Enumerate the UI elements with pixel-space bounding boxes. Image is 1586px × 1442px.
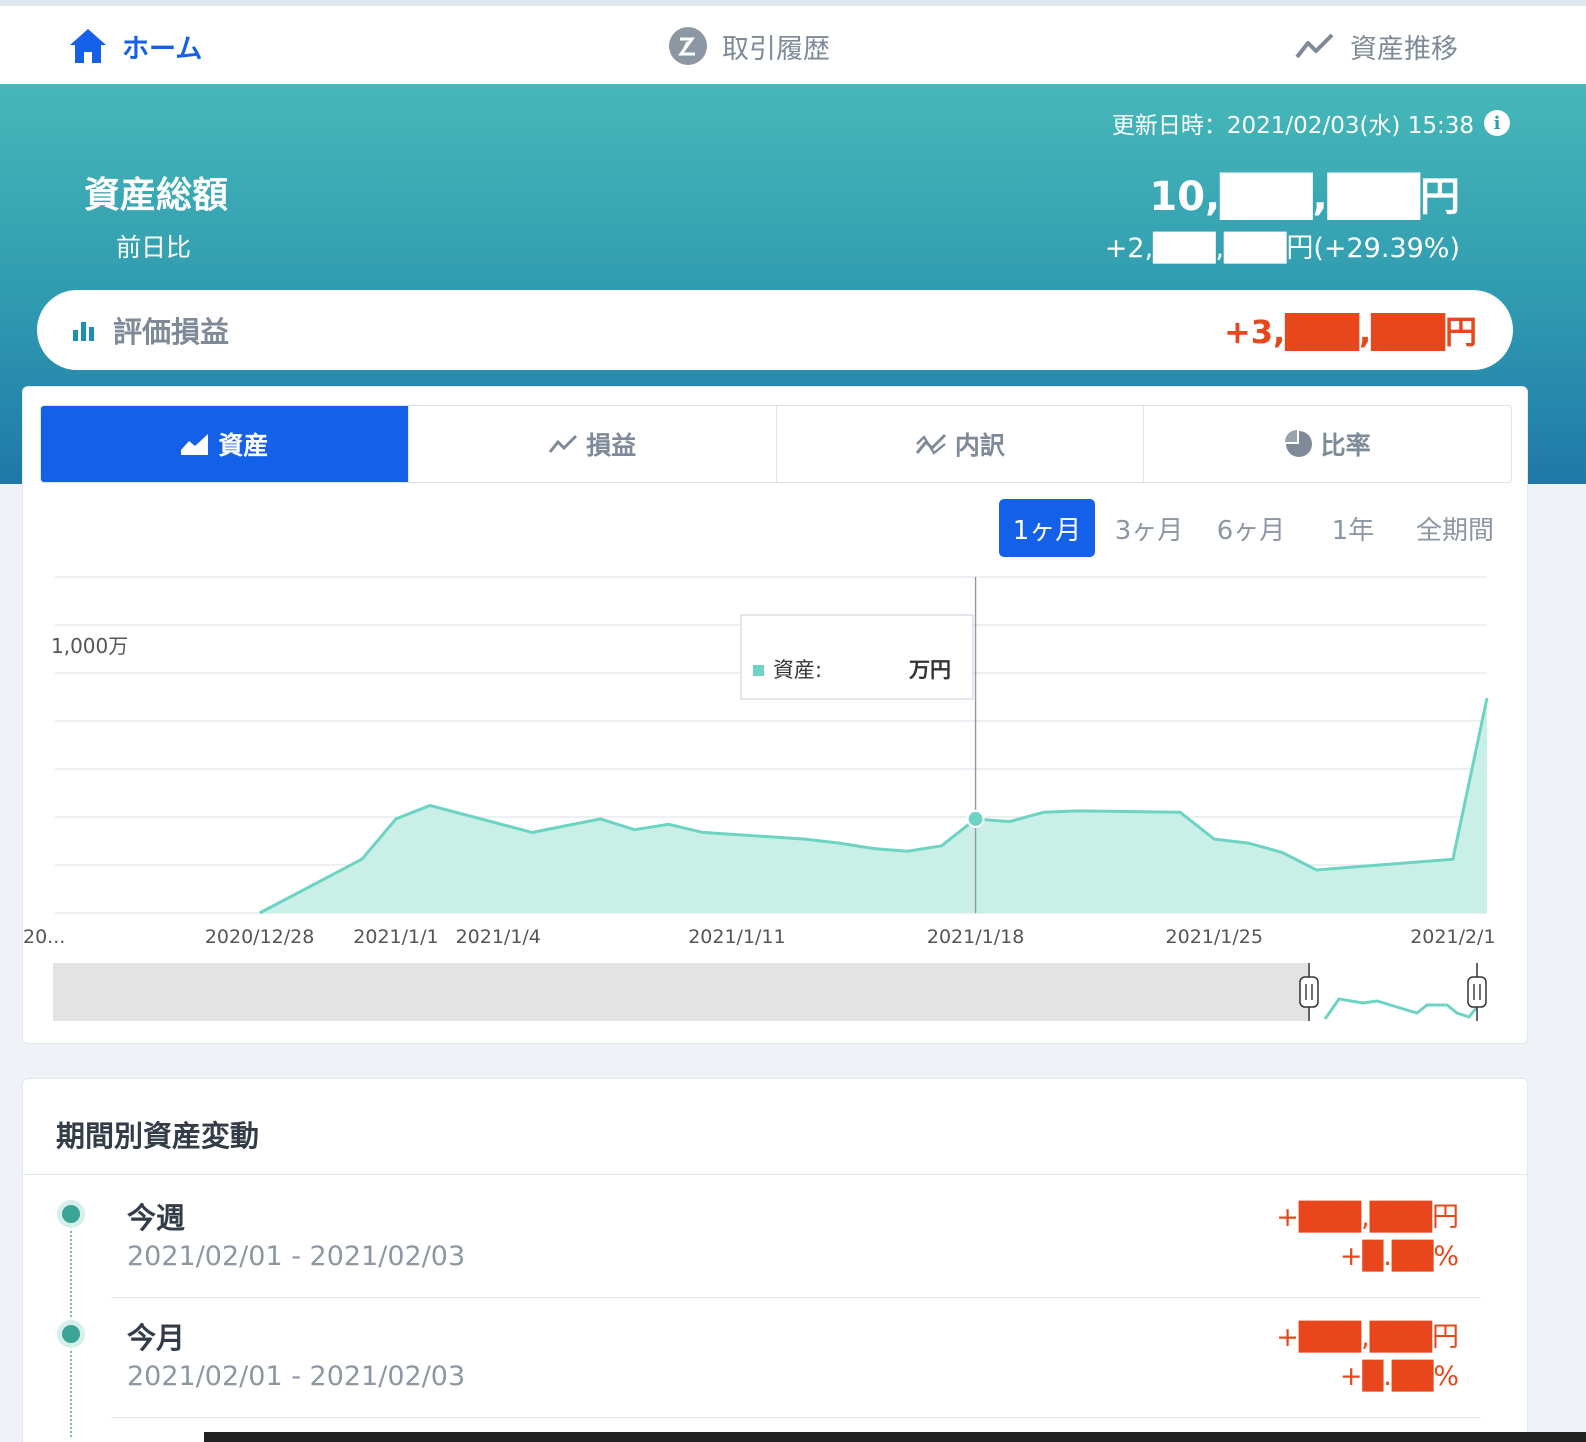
unrealized-pnl-row[interactable]: 評価損益 +3,███,███円 [37, 290, 1513, 370]
info-icon[interactable]: i [1484, 110, 1510, 136]
navigator-unselected-area [53, 963, 1309, 1021]
total-assets-label: 資産総額 [84, 175, 229, 216]
tooltip-label: 資産: [773, 658, 822, 682]
x-tick-label: 2021/1/18 [927, 926, 1024, 948]
prev-day-value: +2,███,███円(+29.39%) [1104, 233, 1460, 264]
timeline-line [70, 1351, 72, 1437]
row-divider [111, 1297, 1481, 1298]
timeline-dot [62, 1205, 80, 1223]
x-axis-ticks: 20... 2020/12/28 2021/1/1 2021/1/4 2021/1/11… [23, 926, 1496, 948]
period-date-range: 2021/02/01 - 2021/02/03 [127, 1241, 466, 1272]
x-tick-label: 20... [23, 926, 65, 948]
period-change-percent: +█.██% [1339, 1241, 1459, 1272]
x-tick-label: 2020/12/28 [205, 926, 315, 948]
updated-text: 更新日時：2021/02/03(水) 15:38 [1111, 113, 1474, 139]
home-icon [70, 29, 106, 63]
prev-day-label: 前日比 [116, 233, 192, 262]
nav-home[interactable]: ホーム [68, 26, 202, 66]
period-asset-change-title: 期間別資産変動 [56, 1119, 260, 1153]
navigator-left-handle[interactable] [1299, 976, 1319, 1008]
y-tick-label: 1,000万 [51, 634, 128, 658]
x-tick-label: 2021/1/11 [688, 926, 785, 948]
window-bottom-edge [204, 1432, 1586, 1442]
trend-icon [1295, 33, 1334, 59]
unrealized-pnl-value: +3,███,███円 [1223, 313, 1477, 351]
top-nav: ホーム 取引履歴 資産推移 [0, 0, 1586, 84]
x-tick-label: 2021/1/25 [1166, 926, 1263, 948]
period-row-this-week[interactable]: 今週 2021/02/01 - 2021/02/03 +███,███円 +█.… [23, 1179, 1527, 1317]
updated-timestamp: 更新日時：2021/02/03(水) 15:38 i [1112, 106, 1510, 140]
nav-history[interactable]: 取引履歴 [668, 26, 830, 66]
nav-trend-label: 資産推移 [1350, 33, 1458, 65]
nav-trend[interactable]: 資産推移 [1294, 26, 1458, 66]
navigator-mini-line [1323, 997, 1479, 1020]
period-asset-change-card: 期間別資産変動 今週 2021/02/01 - 2021/02/03 +███,… [22, 1078, 1528, 1442]
card-divider [23, 1174, 1527, 1175]
period-change-value: +███,███円 [1276, 1322, 1459, 1353]
bar-chart-icon [73, 322, 94, 341]
asset-chart-card: 資産 損益 内訳 比率 1ヶ月 3ヶ月 6ヶ月 1年 全期間 1,000万 資産… [22, 386, 1528, 1044]
period-change-value: +███,███円 [1276, 1202, 1459, 1233]
total-assets-value: 10,███,███円 [1149, 174, 1460, 220]
period-date-range: 2021/02/01 - 2021/02/03 [127, 1361, 466, 1392]
hover-data-point [966, 809, 985, 828]
row-divider [111, 1417, 1481, 1418]
period-change-percent: +█.██% [1339, 1361, 1459, 1392]
nav-history-label: 取引履歴 [722, 33, 830, 65]
x-tick-label: 2021/1/4 [456, 926, 541, 948]
chart-tooltip: 資産: 万円 [740, 614, 974, 700]
period-name: 今週 [127, 1201, 186, 1235]
y-axis-ticks: 1,000万 [51, 634, 128, 658]
unrealized-pnl-label: 評価損益 [113, 315, 230, 349]
asset-area-chart[interactable]: 1,000万 資産: 万円 20... 2020/12/28 2021/1/1 202… [23, 387, 1529, 1045]
unrealized-pnl-label-group: 評価損益 [71, 309, 229, 351]
asset-area [259, 698, 1488, 913]
history-icon [669, 27, 707, 65]
range-navigator[interactable] [53, 963, 1487, 1021]
nav-home-label: ホーム [122, 33, 203, 65]
x-tick-label: 2021/2/1 [1410, 926, 1495, 948]
tooltip-series-marker [753, 665, 764, 676]
tooltip-unit: 万円 [908, 658, 951, 682]
timeline-dot [62, 1325, 80, 1343]
navigator-right-handle[interactable] [1467, 976, 1487, 1008]
period-row-this-month[interactable]: 今月 2021/02/01 - 2021/02/03 +███,███円 +█.… [23, 1299, 1527, 1437]
period-name: 今月 [127, 1321, 186, 1355]
x-tick-label: 2021/1/1 [353, 926, 438, 948]
